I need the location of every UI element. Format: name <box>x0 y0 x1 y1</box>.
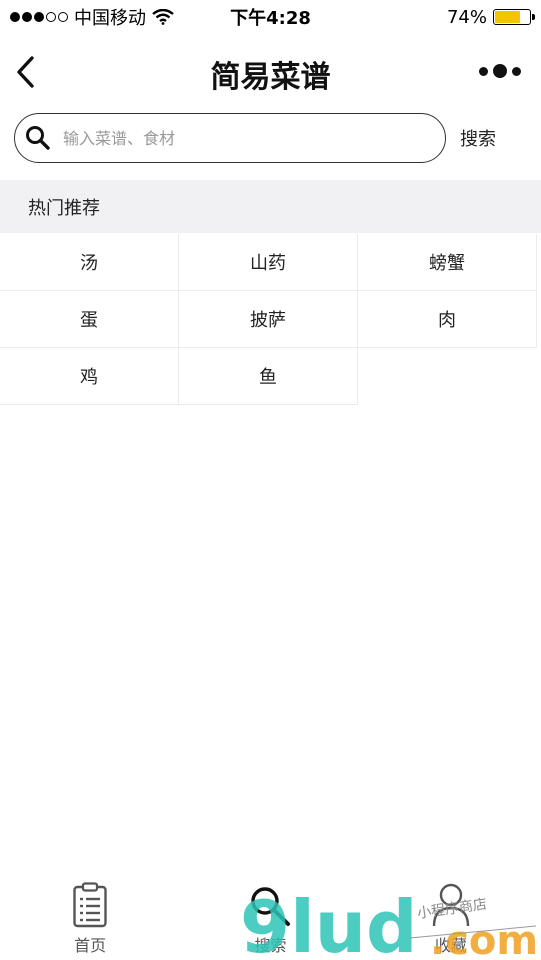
user-icon <box>432 883 470 927</box>
hot-item[interactable]: 鸡 <box>0 348 179 405</box>
search-icon <box>251 887 291 926</box>
back-button[interactable] <box>14 52 44 92</box>
more-button[interactable] <box>479 64 521 78</box>
hot-item[interactable]: 披萨 <box>179 291 358 348</box>
wifi-icon <box>152 9 174 25</box>
hot-grid: 汤 山药 螃蟹 蛋 披萨 肉 鸡 鱼 <box>0 234 541 405</box>
hot-item[interactable]: 肉 <box>358 291 537 348</box>
tab-home-label: 首页 <box>74 936 107 955</box>
search-row: 搜索 <box>14 113 514 165</box>
hot-item[interactable]: 螃蟹 <box>358 234 537 291</box>
carrier-label: 中国移动 <box>74 8 146 29</box>
hot-item[interactable]: 汤 <box>0 234 179 291</box>
battery-percent: 74% <box>446 6 487 28</box>
more-dots-icon <box>479 66 488 76</box>
chevron-left-icon <box>17 56 34 88</box>
search-input[interactable] <box>61 127 405 149</box>
search-box[interactable] <box>14 113 446 163</box>
tab-search-label: 搜索 <box>254 936 287 955</box>
hot-item[interactable]: 蛋 <box>0 291 179 348</box>
navigation-bar: 简易菜谱 <box>0 44 541 100</box>
signal-icon <box>10 12 68 22</box>
tab-bar: 首页 搜索 收藏 <box>0 880 541 960</box>
section-title: 热门推荐 <box>28 197 100 219</box>
empty-cell <box>358 348 537 405</box>
hot-item[interactable]: 鱼 <box>179 348 358 405</box>
tab-favorites-label: 收藏 <box>434 936 467 955</box>
hot-item[interactable]: 山药 <box>179 234 358 291</box>
search-icon <box>26 126 50 150</box>
hot-section-header: 热门推荐 <box>0 180 541 233</box>
tab-favorites[interactable]: 收藏 <box>361 880 541 960</box>
search-button[interactable]: 搜索 <box>460 125 496 151</box>
tab-search[interactable]: 搜索 <box>180 880 360 960</box>
battery-icon <box>493 9 535 25</box>
tab-home[interactable]: 首页 <box>0 880 180 960</box>
status-bar: 中国移动 下午4:28 74% <box>0 0 541 34</box>
clipboard-icon <box>73 882 107 928</box>
page-title: 简易菜谱 <box>210 60 331 95</box>
